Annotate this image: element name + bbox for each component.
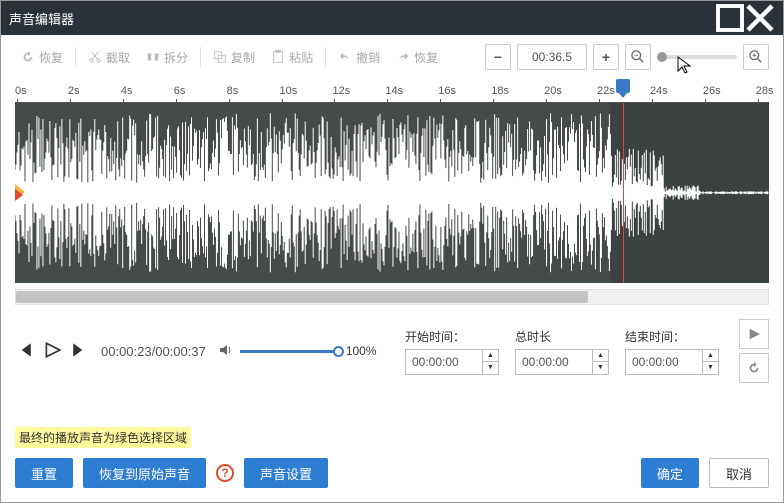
split-button[interactable]: 拆分 [140, 45, 194, 70]
range-start-handle-inner[interactable] [15, 189, 23, 201]
ruler-tick: 18s [491, 85, 509, 97]
next-frame-button[interactable] [71, 341, 89, 362]
ruler-tick: 20s [544, 85, 562, 97]
time-ruler[interactable]: 0s2s4s6s8s10s12s14s16s18s20s22s24s26s28s [15, 79, 769, 103]
playhead-marker[interactable] [616, 79, 630, 93]
duration-label: 总时长 [515, 328, 609, 345]
zoom-slider[interactable] [657, 55, 737, 59]
toolbar: 恢复 截取 拆分 复制 粘贴 撤销 恢复 − 00:36.5 + [1, 35, 783, 79]
cancel-button[interactable]: 取消 [709, 458, 769, 488]
help-icon[interactable]: ? [216, 464, 234, 482]
hint-text: 最终的播放声音为绿色选择区域 [15, 427, 191, 448]
play-selection-button[interactable] [739, 319, 769, 349]
zoom-out-button[interactable]: − [485, 44, 511, 70]
prev-frame-button[interactable] [15, 341, 33, 362]
end-down[interactable]: ▼ [703, 362, 718, 374]
restore-button[interactable]: 恢复 [15, 45, 69, 70]
ruler-tick: 2s [68, 85, 80, 97]
close-button[interactable] [745, 8, 775, 28]
waveform [15, 103, 769, 283]
window-title: 声音编辑器 [9, 9, 715, 28]
playback-position: 00:00:23/00:00:37 [101, 344, 206, 359]
ruler-tick: 26s [703, 85, 721, 97]
ok-button[interactable]: 确定 [641, 458, 699, 488]
start-down[interactable]: ▼ [483, 362, 498, 374]
sound-settings-button[interactable]: 声音设置 [244, 458, 328, 488]
zoom-out-magnifier[interactable] [625, 44, 651, 70]
horizontal-scrollbar[interactable] [15, 289, 769, 305]
play-button[interactable] [43, 341, 61, 362]
undo-button[interactable]: 撤销 [332, 45, 386, 70]
end-time-label: 结束时间： [625, 328, 719, 345]
ruler-tick: 12s [332, 85, 350, 97]
cut-button[interactable]: 截取 [82, 45, 136, 70]
start-time-input[interactable] [405, 349, 483, 375]
reset-button[interactable]: 重置 [15, 458, 73, 488]
copy-button[interactable]: 复制 [207, 45, 261, 70]
ruler-tick: 28s [756, 85, 774, 97]
ruler-tick: 6s [174, 85, 186, 97]
duration-input[interactable] [515, 349, 593, 375]
end-time-input[interactable] [625, 349, 703, 375]
playhead-line[interactable] [623, 103, 624, 283]
ruler-tick: 24s [650, 85, 668, 97]
volume-slider[interactable] [240, 350, 340, 353]
loop-button[interactable] [739, 353, 769, 383]
end-up[interactable]: ▲ [703, 350, 718, 362]
time-display: 00:36.5 [517, 44, 587, 70]
redo-button[interactable]: 恢复 [390, 45, 444, 70]
ruler-tick: 10s [280, 85, 298, 97]
ruler-tick: 4s [121, 85, 133, 97]
zoom-in-magnifier[interactable] [743, 44, 769, 70]
ruler-tick: 8s [227, 85, 239, 97]
ruler-tick: 16s [438, 85, 456, 97]
paste-button[interactable]: 粘贴 [265, 45, 319, 70]
start-up[interactable]: ▲ [483, 350, 498, 362]
volume-icon[interactable] [218, 342, 234, 361]
start-time-label: 开始时间： [405, 328, 499, 345]
restore-original-button[interactable]: 恢复到原始声音 [83, 458, 206, 488]
scrollbar-thumb[interactable] [16, 291, 588, 303]
ruler-tick: 0s [15, 85, 27, 97]
ruler-tick: 22s [597, 85, 615, 97]
maximize-button[interactable] [715, 8, 745, 28]
zoom-in-button[interactable]: + [593, 44, 619, 70]
volume-percent: 100% [346, 344, 377, 358]
waveform-area[interactable] [15, 103, 769, 283]
title-bar: 声音编辑器 [1, 1, 783, 35]
dur-up[interactable]: ▲ [593, 350, 608, 362]
ruler-tick: 14s [385, 85, 403, 97]
dur-down[interactable]: ▼ [593, 362, 608, 374]
